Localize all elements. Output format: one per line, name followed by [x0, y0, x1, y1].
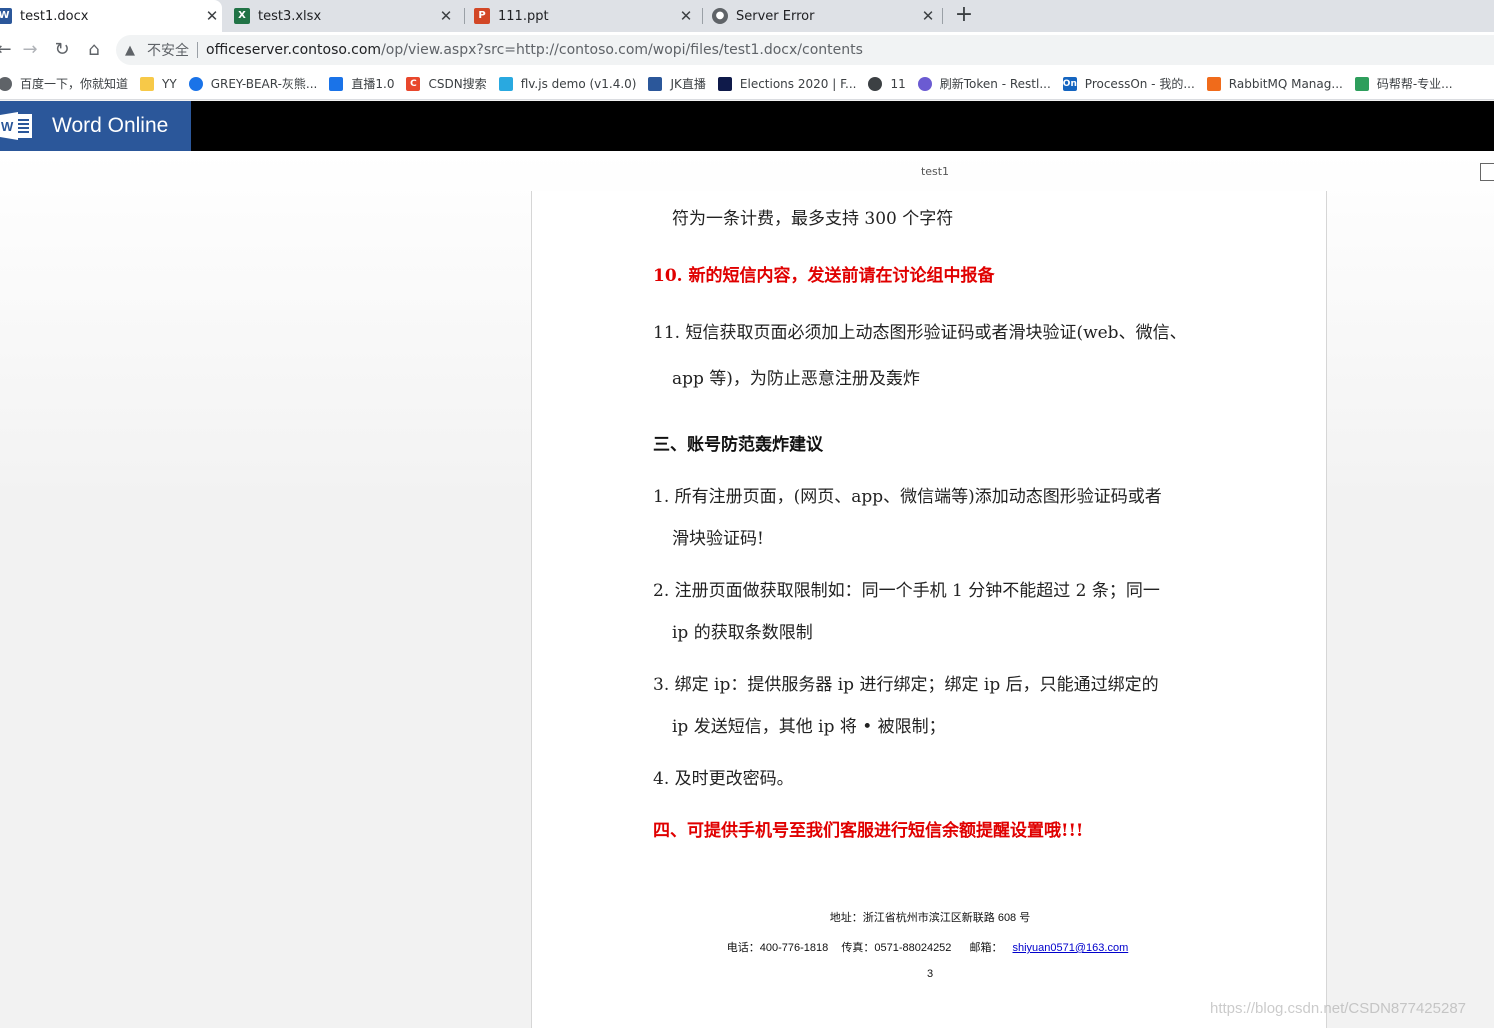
bookmark-favicon-icon — [917, 76, 932, 91]
bookmark-favicon-icon — [329, 76, 344, 91]
new-tab-button[interactable]: + — [952, 4, 976, 28]
footer-email-group: 邮箱： shiyuan0571@163.com — [964, 942, 1133, 954]
forward-icon[interactable]: → — [18, 38, 42, 62]
bookmark-item[interactable]: GREY-BEAR-灰熊... — [183, 75, 324, 92]
doc-line: 3. 绑定 ip：提供服务器 ip 进行绑定；绑定 ip 后，只能通过绑定的 — [653, 675, 1159, 695]
bookmark-item[interactable]: Elections 2020 | F... — [712, 76, 863, 91]
doc-line: app 等)，为防止恶意注册及轰炸 — [672, 369, 920, 389]
document-area: test1 符为一条计费，最多支持 300 个字符 10. 新的短信内容，发送前… — [0, 151, 1494, 1028]
bookmark-favicon-icon — [498, 76, 513, 91]
doc-line: 11. 短信获取页面必须加上动态图形验证码或者滑块验证(web、微信、 — [653, 323, 1187, 343]
tab-test3-xlsx[interactable]: X test3.xlsx ✕ — [234, 0, 456, 32]
bookmark-item[interactable]: YY — [134, 76, 183, 91]
vue-icon — [1354, 76, 1369, 91]
doc-line: 1. 所有注册页面，(网页、app、微信端等)添加动态图形验证码或者 — [653, 487, 1162, 507]
browser-toolbar: ← → ↻ ⌂ ▲ 不安全 officeserver.contoso.com /… — [0, 32, 1494, 68]
tab-test1-docx[interactable]: W test1.docx ✕ — [0, 0, 222, 32]
watermark: https://blog.csdn.net/CSDN877425287 — [1210, 1000, 1467, 1017]
csdn-icon: C — [406, 76, 421, 91]
bookmark-item[interactable]: 码帮帮-专业... — [1349, 75, 1459, 92]
doc-line: 滑块验证码! — [672, 529, 764, 549]
bookmark-favicon-icon — [648, 76, 663, 91]
bookmark-item[interactable]: flv.js demo (v1.4.0) — [493, 76, 643, 91]
bookmark-item[interactable]: C CSDN搜索 — [400, 75, 492, 92]
tab-separator — [464, 8, 465, 24]
tab-strip: W test1.docx ✕ X test3.xlsx ✕ P 111.ppt … — [0, 0, 1494, 32]
bookmark-item[interactable]: 百度一下，你就知道 — [0, 75, 134, 92]
reload-icon[interactable]: ↻ — [50, 38, 74, 62]
doc-line: 符为一条计费，最多支持 300 个字符 — [672, 209, 954, 229]
doc-line: 4. 及时更改密码。 — [653, 769, 794, 789]
word-icon: W — [0, 8, 12, 24]
document-name: test1 — [920, 165, 950, 178]
doc-line-red: 10. 新的短信内容，发送前请在讨论组中报备 — [653, 266, 995, 286]
tab-server-error[interactable]: ● Server Error ✕ — [712, 0, 938, 32]
close-icon[interactable]: ✕ — [676, 7, 696, 25]
close-icon[interactable]: ✕ — [202, 7, 222, 25]
bookmark-item[interactable]: 直播1.0 — [323, 75, 400, 92]
footer-address: 地址：浙江省杭州市滨江区新联路 608 号 — [829, 912, 1031, 924]
rabbitmq-icon — [1206, 76, 1221, 91]
page-number: 3 — [926, 968, 934, 980]
doc-line: ip 发送短信，其他 ip 将 • 被限制； — [672, 717, 946, 737]
bookmarks-bar: 百度一下，你就知道 YY GREY-BEAR-灰熊... 直播1.0 C CSDN… — [0, 68, 1494, 100]
bookmark-item[interactable]: On ProcessOn - 我的... — [1057, 75, 1201, 92]
bookmark-favicon-icon — [717, 76, 732, 91]
url-path: /op/view.aspx?src=http://contoso.com/wop… — [381, 42, 863, 58]
address-bar[interactable]: ▲ 不安全 officeserver.contoso.com /op/view.… — [116, 35, 1494, 65]
bookmark-favicon-icon — [0, 76, 12, 91]
warning-icon: ▲ — [125, 42, 135, 58]
doc-line: ip 的获取条数限制 — [672, 623, 813, 643]
bookmark-favicon-icon — [188, 76, 203, 91]
word-header: W Word Online — [0, 101, 1494, 151]
word-logo-icon: W — [0, 112, 32, 140]
close-icon[interactable]: ✕ — [436, 7, 456, 25]
page-view-icon[interactable] — [1480, 163, 1494, 181]
tab-title: 111.ppt — [498, 8, 549, 24]
tab-title: Server Error — [736, 8, 815, 24]
svg-text:W: W — [1, 119, 14, 134]
footer-contact: 电话：400-776-1818 传真：0571-88024252 邮箱： shiy… — [532, 939, 1328, 955]
address-separator — [197, 42, 198, 58]
doc-line-red: 四、可提供手机号至我们客服进行短信余额提醒设置哦!!! — [653, 821, 1084, 841]
folder-icon — [140, 76, 155, 91]
processon-icon: On — [1062, 76, 1077, 91]
powerpoint-icon: P — [474, 8, 490, 24]
bookmark-item[interactable]: JK直播 — [642, 75, 711, 92]
bookmark-item[interactable]: 刷新Token - Restl... — [912, 75, 1057, 92]
bookmark-item[interactable]: 11 — [862, 76, 911, 91]
excel-icon: X — [234, 8, 250, 24]
globe-icon — [868, 76, 883, 91]
document-page: 符为一条计费，最多支持 300 个字符 10. 新的短信内容，发送前请在讨论组中… — [531, 191, 1327, 1028]
tab-separator — [942, 8, 943, 24]
footer-fax: 传真：0571-88024252 — [841, 942, 952, 954]
not-secure-label[interactable]: 不安全 — [147, 40, 189, 60]
doc-line: 2. 注册页面做获取限制如：同一个手机 1 分钟不能超过 2 条；同一 — [653, 581, 1160, 601]
bookmark-item[interactable]: RabbitMQ Manag... — [1201, 76, 1349, 91]
tab-111-ppt[interactable]: P 111.ppt ✕ — [474, 0, 696, 32]
globe-icon: ● — [712, 8, 728, 24]
footer-phone: 电话：400-776-1818 — [726, 942, 829, 954]
footer-email-link[interactable]: shiyuan0571@163.com — [1012, 942, 1128, 954]
tab-title: test1.docx — [20, 8, 89, 24]
tab-title: test3.xlsx — [258, 8, 322, 24]
word-online-title: Word Online — [52, 114, 169, 137]
tab-separator — [702, 8, 703, 24]
back-icon[interactable]: ← — [0, 38, 16, 62]
word-brand[interactable]: W Word Online — [0, 101, 191, 151]
footer-email-label: 邮箱： — [969, 942, 1003, 954]
close-icon[interactable]: ✕ — [918, 7, 938, 25]
home-icon[interactable]: ⌂ — [82, 38, 106, 62]
section-heading: 三、账号防范轰炸建议 — [653, 435, 823, 455]
url-host: officeserver.contoso.com — [206, 42, 382, 58]
